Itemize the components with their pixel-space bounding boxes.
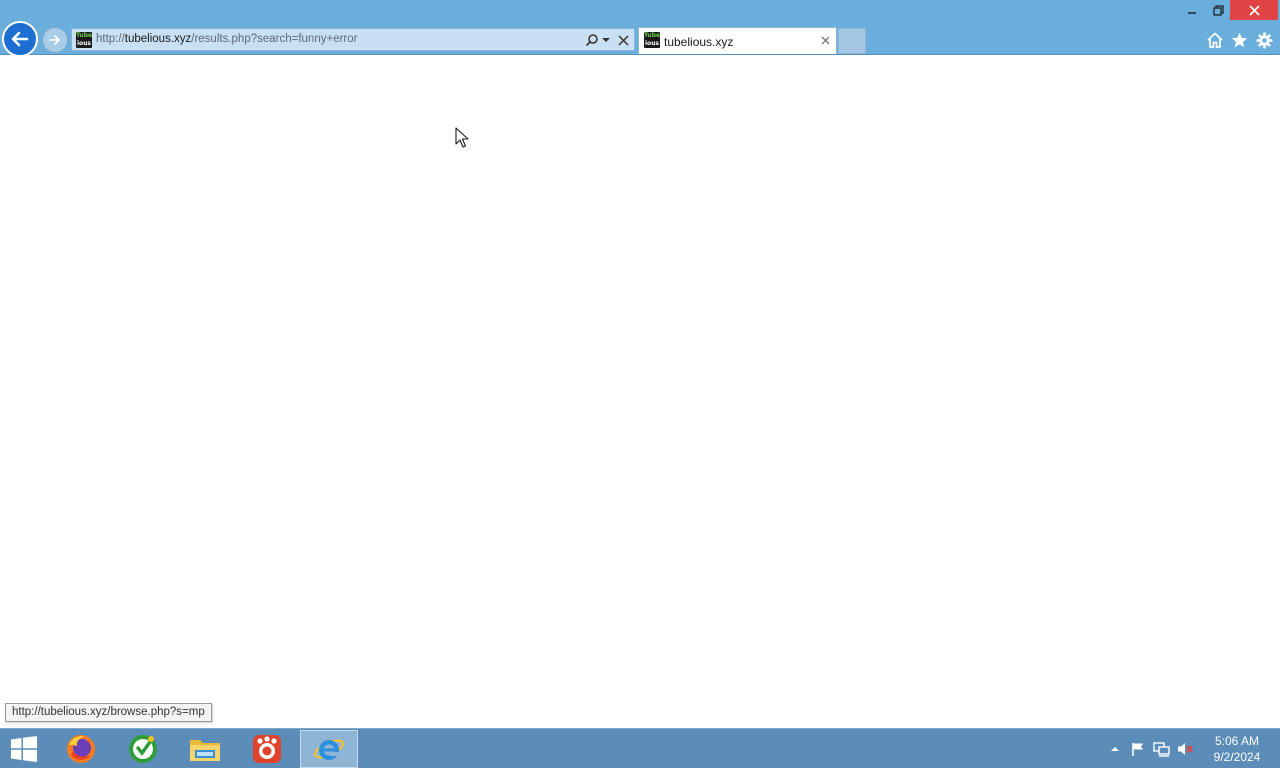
tab-tubelious[interactable]: Tube ious tubelious.xyz: [638, 27, 837, 54]
site-favicon-icon: Tube ious: [76, 32, 92, 48]
url-path: /results.php?search=funny+error: [191, 33, 358, 45]
home-icon[interactable]: [1205, 30, 1225, 50]
url-scheme: http://: [96, 33, 125, 45]
stop-icon[interactable]: [615, 31, 631, 49]
forward-arrow-icon: [49, 35, 60, 45]
tab-title: tubelious.xyz: [664, 35, 734, 49]
url-host: tubelious.xyz: [124, 33, 192, 45]
taskbar-file-explorer[interactable]: [176, 730, 234, 768]
minimize-icon: [1188, 12, 1196, 14]
internet-explorer-icon: [314, 739, 344, 760]
restore-button[interactable]: [1206, 0, 1230, 20]
network-icon[interactable]: [1152, 740, 1170, 758]
taskbar-internet-explorer[interactable]: [300, 730, 358, 768]
file-explorer-icon: [190, 740, 220, 761]
favorites-star-icon[interactable]: [1229, 30, 1249, 50]
taskbar-red-app[interactable]: [238, 730, 296, 768]
address-url[interactable]: http://tubelious.xyz/results.php?search=…: [96, 33, 357, 45]
windows-logo-icon: [11, 736, 37, 762]
browser-toolbar: Tube ious http://tubelious.xyz/results.p…: [0, 0, 1280, 57]
mouse-cursor-icon: [455, 127, 469, 148]
settings-gear-icon[interactable]: [1254, 30, 1274, 50]
taskbar-clock[interactable]: 5:06 AM 9/2/2024: [1204, 733, 1270, 765]
new-tab-button[interactable]: [838, 28, 866, 54]
clock-date: 9/2/2024: [1213, 750, 1261, 764]
green-app-icon: [129, 735, 157, 763]
red-app-icon: [253, 735, 281, 763]
show-hidden-icons-icon[interactable]: [1106, 740, 1124, 758]
status-link-preview: http://tubelious.xyz/browse.php?s=mp: [5, 703, 212, 722]
page-content: [0, 55, 1280, 728]
back-arrow-icon: [11, 31, 29, 47]
clock-time: 5:06 AM: [1214, 734, 1260, 748]
action-center-flag-icon[interactable]: [1129, 740, 1147, 758]
restore-icon: [1212, 4, 1224, 16]
back-button[interactable]: [2, 21, 38, 57]
tab-favicon-icon: Tube ious: [644, 32, 660, 48]
volume-muted-icon[interactable]: [1176, 740, 1194, 758]
start-button[interactable]: [6, 735, 42, 763]
firefox-icon: [67, 735, 95, 763]
close-window-button[interactable]: [1230, 0, 1278, 20]
minimize-button[interactable]: [1180, 0, 1204, 20]
address-bar[interactable]: Tube ious http://tubelious.xyz/results.p…: [71, 28, 635, 51]
dropdown-arrow-icon[interactable]: [601, 31, 611, 49]
close-icon: [1248, 4, 1260, 16]
tab-close-icon[interactable]: [818, 33, 832, 47]
search-icon[interactable]: [584, 31, 600, 49]
taskbar: 5:06 AM 9/2/2024: [0, 728, 1280, 768]
forward-button[interactable]: [42, 27, 68, 53]
taskbar-green-app[interactable]: [114, 730, 172, 768]
taskbar-firefox[interactable]: [52, 730, 110, 768]
